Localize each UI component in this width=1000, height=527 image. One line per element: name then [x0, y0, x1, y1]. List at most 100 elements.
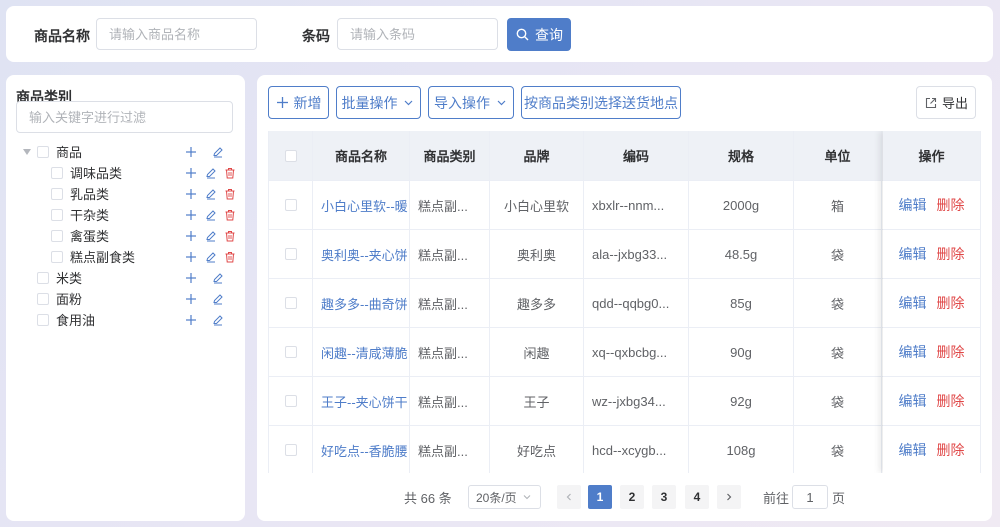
next-page-button[interactable]	[717, 485, 741, 509]
tree-node-checkbox[interactable]	[51, 229, 63, 242]
plus-icon[interactable]	[184, 313, 198, 327]
unit-cell: 袋	[794, 328, 882, 376]
edit-icon[interactable]	[204, 166, 218, 180]
tree-node-checkbox[interactable]	[37, 145, 49, 158]
product-name-link[interactable]: 趣多多--曲奇饼	[321, 294, 408, 313]
tree-node-checkbox[interactable]	[51, 250, 63, 263]
tree-node[interactable]: 面粉	[37, 288, 82, 309]
edit-icon[interactable]	[211, 313, 225, 327]
edit-button[interactable]: 编辑	[899, 391, 927, 411]
unit-value: 袋	[830, 394, 844, 410]
query-button[interactable]: 查询	[507, 18, 571, 51]
tree-node[interactable]: 乳品类	[51, 183, 109, 204]
prev-page-button[interactable]	[557, 485, 581, 509]
tree-node-checkbox[interactable]	[37, 292, 49, 305]
tree-node[interactable]: 干杂类	[51, 204, 109, 225]
tree-node-checkbox[interactable]	[51, 187, 63, 200]
edit-button[interactable]: 编辑	[899, 244, 927, 264]
edit-icon[interactable]	[211, 292, 225, 306]
edit-icon[interactable]	[204, 208, 218, 222]
edit-button[interactable]: 编辑	[899, 342, 927, 362]
code-search-input[interactable]	[337, 18, 498, 50]
row-checkbox[interactable]	[284, 199, 297, 211]
delete-button[interactable]: 删除	[937, 195, 965, 215]
tree-node[interactable]: 调味品类	[51, 162, 122, 183]
plus-icon[interactable]	[184, 166, 198, 180]
delete-icon[interactable]	[223, 208, 237, 222]
delete-button[interactable]: 删除	[937, 391, 965, 411]
import-operation-button[interactable]: 导入操作	[428, 86, 514, 119]
name-search-input[interactable]	[96, 18, 257, 50]
product-name-link[interactable]: 好吃点--香脆腰	[321, 441, 408, 460]
delete-button[interactable]: 删除	[937, 293, 965, 313]
plus-icon[interactable]	[184, 208, 198, 222]
tree-node[interactable]: 食用油	[37, 309, 95, 330]
pagination: 共 66 条 20条/页 1 2 3 4 前往 1 页	[257, 485, 992, 511]
unit-cell: 袋	[794, 279, 882, 327]
edit-button[interactable]: 编辑	[899, 293, 927, 313]
row-checkbox[interactable]	[284, 395, 297, 407]
row-checkbox[interactable]	[284, 346, 297, 358]
edit-icon[interactable]	[211, 271, 225, 285]
export-button[interactable]: 导出	[916, 86, 976, 119]
delete-button[interactable]: 删除	[937, 342, 965, 362]
edit-button[interactable]: 编辑	[899, 195, 927, 215]
tree-node-checkbox[interactable]	[37, 313, 49, 326]
brand-value: 王子	[523, 394, 550, 410]
edit-icon[interactable]	[204, 229, 218, 243]
tree-node-checkbox[interactable]	[51, 208, 63, 221]
goto-suffix: 页	[832, 490, 846, 506]
page-button-1[interactable]: 1	[588, 485, 612, 509]
tree-node[interactable]: 米类	[37, 267, 82, 288]
plus-icon[interactable]	[184, 250, 198, 264]
unit-value: 袋	[830, 345, 844, 361]
select-all-checkbox[interactable]	[284, 149, 297, 162]
plus-icon[interactable]	[184, 292, 198, 306]
edit-icon[interactable]	[211, 145, 225, 159]
category-value: 糕点副...	[418, 443, 468, 459]
tree-node-checkbox[interactable]	[51, 166, 63, 179]
plus-icon[interactable]	[184, 271, 198, 285]
page-button-4[interactable]: 4	[685, 485, 709, 509]
delete-icon[interactable]	[223, 166, 237, 180]
name-label: 商品名称	[34, 28, 90, 44]
category-value: 糕点副...	[418, 296, 468, 312]
delete-icon[interactable]	[223, 229, 237, 243]
plus-icon[interactable]	[184, 229, 198, 243]
tree-node-actions	[184, 141, 225, 162]
page-size-select[interactable]: 20条/页	[468, 485, 541, 509]
table-row: 王子--夹心饼干 糕点副... 王子 wz--jxbg34... 92g 袋	[269, 377, 980, 426]
plus-icon[interactable]	[184, 187, 198, 201]
goto-page-input[interactable]: 1	[792, 485, 828, 509]
delete-button[interactable]: 删除	[937, 440, 965, 460]
edit-icon[interactable]	[204, 187, 218, 201]
page-button-3[interactable]: 3	[652, 485, 676, 509]
import-label: 导入操作	[434, 94, 490, 111]
tree-node[interactable]: 商品	[23, 141, 82, 162]
row-checkbox[interactable]	[284, 444, 297, 456]
unit-value: 袋	[830, 247, 844, 263]
product-name-link[interactable]: 奥利奥--夹心饼	[321, 245, 408, 264]
edit-icon[interactable]	[204, 250, 218, 264]
brand-cell: 好吃点	[490, 426, 584, 473]
product-name-link[interactable]: 王子--夹心饼干	[321, 392, 408, 411]
row-checkbox[interactable]	[284, 297, 297, 309]
plus-icon[interactable]	[184, 145, 198, 159]
edit-button[interactable]: 编辑	[899, 440, 927, 460]
caret-down-icon[interactable]	[23, 148, 31, 155]
batch-operation-button[interactable]: 批量操作	[336, 86, 421, 119]
page-button-2[interactable]: 2	[620, 485, 644, 509]
delete-button[interactable]: 删除	[937, 244, 965, 264]
product-name-link[interactable]: 小白心里软--暖	[321, 196, 408, 215]
delete-icon[interactable]	[223, 187, 237, 201]
dispatch-by-category-button[interactable]: 按商品类别选择送货地点	[521, 86, 681, 119]
tree-node-checkbox[interactable]	[37, 271, 49, 284]
row-checkbox[interactable]	[284, 248, 297, 260]
delete-icon[interactable]	[223, 250, 237, 264]
product-name-link[interactable]: 闲趣--清咸薄脆	[321, 343, 408, 362]
tree-node[interactable]: 糕点副食类	[51, 246, 135, 267]
tree-filter-input[interactable]	[16, 101, 233, 133]
spec-cell: 85g	[689, 279, 794, 327]
tree-node[interactable]: 禽蛋类	[51, 225, 109, 246]
add-button[interactable]: 新增	[268, 86, 329, 119]
